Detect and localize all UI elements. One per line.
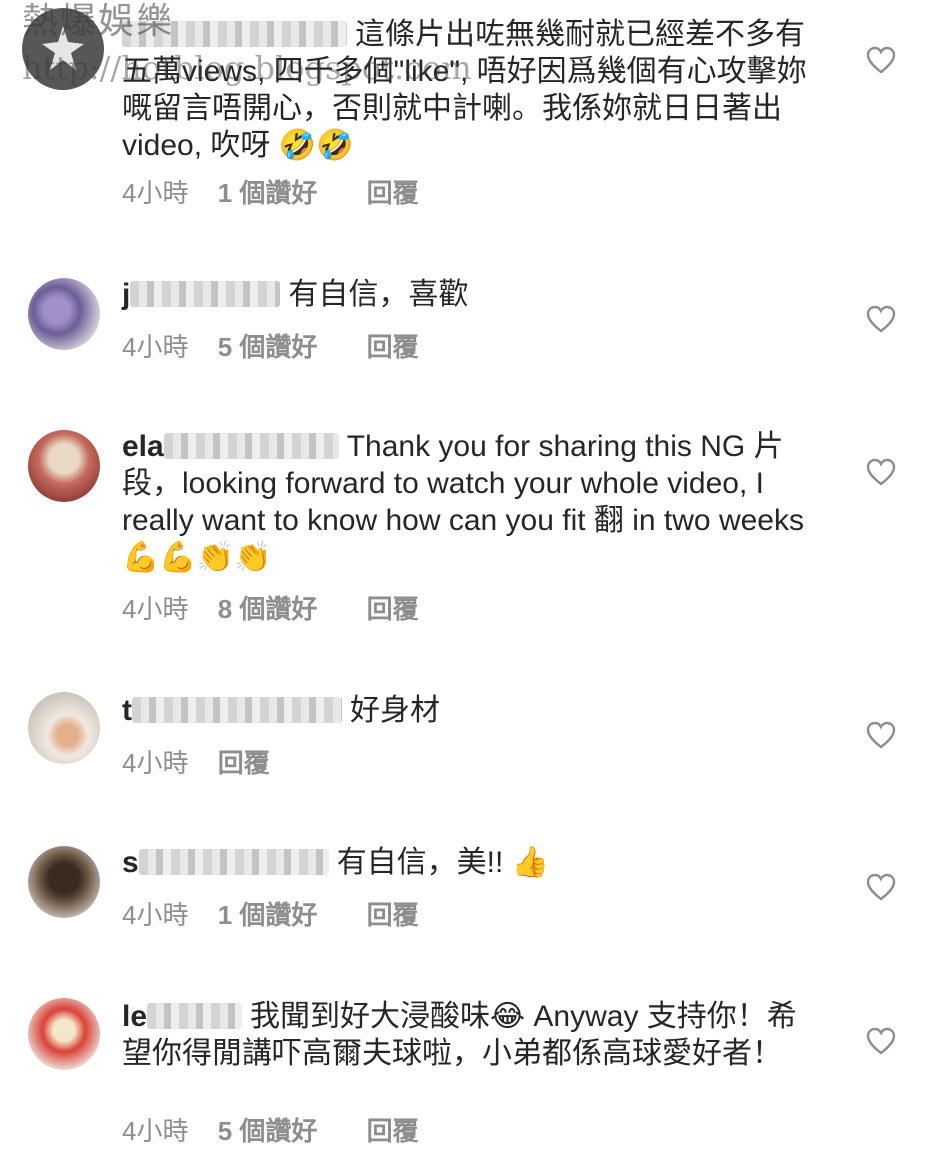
comment-text-block: t 好身材 — [122, 692, 812, 729]
comment-time: 4小時 — [122, 1116, 189, 1146]
username-blur — [163, 433, 339, 459]
comment-likes[interactable]: 8 個讚好 — [218, 594, 318, 624]
heart-outline-icon[interactable] — [866, 46, 896, 74]
heart-outline-icon[interactable] — [866, 873, 896, 901]
username-blur — [138, 849, 329, 875]
username-blur — [122, 21, 347, 47]
comment-meta: 4小時 5 個讚好 回覆 — [122, 1116, 441, 1146]
watermark-logo-icon — [22, 8, 104, 90]
comment-body: 好身材 — [350, 694, 440, 727]
comment-meta: 4小時 8 個讚好 回覆 — [122, 594, 441, 624]
avatar[interactable] — [28, 278, 100, 350]
heart-outline-icon[interactable] — [866, 721, 896, 749]
comment-likes[interactable]: 5 個讚好 — [218, 1116, 318, 1146]
heart-outline-icon[interactable] — [866, 305, 896, 333]
comment-likes[interactable]: 5 個讚好 — [218, 332, 318, 362]
comment-time: 4小時 — [122, 178, 189, 208]
comment-time: 4小時 — [122, 332, 189, 362]
reply-button[interactable]: 回覆 — [367, 332, 419, 362]
avatar[interactable] — [28, 692, 100, 764]
username-blur — [147, 1003, 243, 1029]
comment-text-block: s 有自信，美!! 👍 — [122, 844, 812, 881]
comment-username[interactable]: j — [122, 278, 130, 311]
username-blur — [132, 697, 342, 723]
comment-time: 4小時 — [122, 594, 189, 624]
comment-text-block: le 我聞到好大浸酸味😂 Anyway 支持你！希望你得閒講吓高爾夫球啦，小弟都係… — [122, 998, 812, 1072]
comment-likes[interactable]: 1 個讚好 — [218, 178, 318, 208]
comment-meta: 4小時 1 個讚好 回覆 — [122, 900, 441, 930]
avatar[interactable] — [28, 430, 100, 502]
comment-text-block: j 有自信，喜歡 — [122, 276, 812, 313]
comment-text-block: ela Thank you for sharing this NG 片段，look… — [122, 428, 812, 576]
comment-username[interactable]: ela — [122, 430, 164, 463]
comment-meta: 4小時 回覆 — [122, 748, 292, 778]
comment-body: 有自信，美!! 👍 — [336, 846, 550, 879]
comment-meta: 4小時 1 個讚好 回覆 — [122, 178, 441, 208]
heart-outline-icon[interactable] — [866, 458, 896, 486]
reply-button[interactable]: 回覆 — [367, 900, 419, 930]
comment-time: 4小時 — [122, 900, 189, 930]
comment-body: 有自信，喜歡 — [288, 278, 469, 311]
comment-username[interactable]: s — [122, 846, 139, 879]
avatar[interactable] — [28, 846, 100, 918]
heart-outline-icon[interactable] — [866, 1027, 896, 1055]
comment-username[interactable]: le — [122, 1000, 147, 1033]
comment-meta: 4小時 5 個讚好 回覆 — [122, 332, 441, 362]
comment-likes[interactable]: 1 個讚好 — [218, 900, 318, 930]
reply-button[interactable]: 回覆 — [367, 178, 419, 208]
reply-button[interactable]: 回覆 — [367, 594, 419, 624]
reply-button[interactable]: 回覆 — [367, 1116, 419, 1146]
comment-username[interactable]: t — [122, 694, 132, 727]
comment-text-block: 這條片出咗無幾耐就已經差不多有五萬views, 四千多個"like", 唔好因爲… — [122, 16, 812, 164]
username-blur — [130, 281, 281, 307]
comment-time: 4小時 — [122, 748, 189, 778]
avatar[interactable] — [28, 998, 100, 1070]
reply-button[interactable]: 回覆 — [218, 748, 270, 778]
